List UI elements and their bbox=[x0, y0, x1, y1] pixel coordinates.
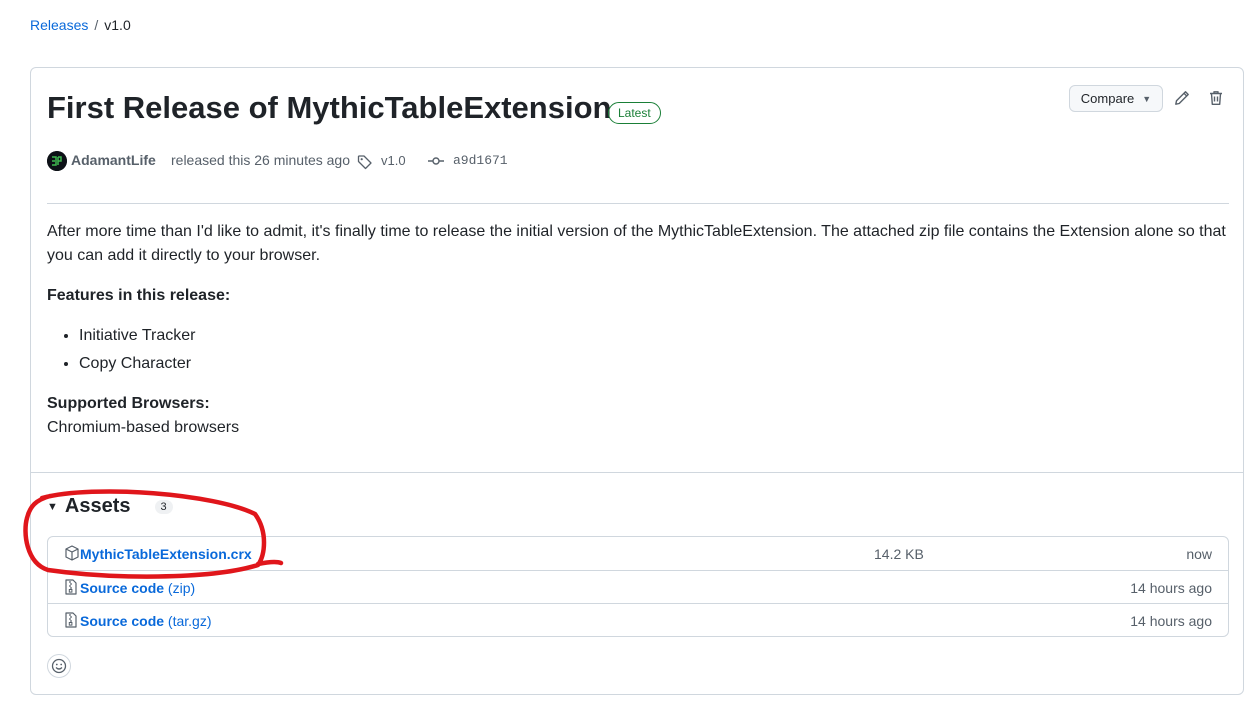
released-time: released this 26 minutes ago bbox=[171, 152, 350, 168]
asset-size: 14.2 KB bbox=[874, 546, 924, 562]
author-link[interactable]: AdamantLife bbox=[71, 152, 156, 168]
asset-time: now bbox=[1186, 546, 1212, 562]
asset-link-source-targz[interactable]: Source code (tar.gz) bbox=[80, 613, 212, 629]
features-heading: Features in this release: bbox=[47, 287, 231, 304]
file-zip-icon bbox=[65, 612, 77, 628]
breadcrumb-current: v1.0 bbox=[104, 17, 131, 33]
package-icon bbox=[65, 545, 79, 561]
compare-label: Compare bbox=[1080, 91, 1135, 106]
edit-button[interactable] bbox=[1172, 88, 1192, 108]
avatar[interactable] bbox=[47, 151, 67, 171]
smiley-icon bbox=[51, 658, 67, 674]
breadcrumb-separator: / bbox=[94, 17, 99, 33]
asset-list: MythicTableExtension.crx 14.2 KB now Sou… bbox=[47, 536, 1229, 637]
compare-button[interactable]: Compare ▼ bbox=[1069, 85, 1163, 112]
asset-row: MythicTableExtension.crx 14.2 KB now bbox=[48, 537, 1228, 570]
commit-link[interactable]: a9d1671 bbox=[453, 153, 508, 168]
browsers-heading: Supported Browsers: bbox=[47, 395, 210, 412]
tag-link[interactable]: v1.0 bbox=[381, 153, 406, 168]
features-list: Initiative Tracker Copy Character bbox=[47, 322, 1231, 378]
release-card: First Release of MythicTableExtension La… bbox=[30, 67, 1244, 695]
divider bbox=[31, 472, 1243, 473]
file-zip-icon bbox=[65, 579, 77, 595]
asset-link-crx[interactable]: MythicTableExtension.crx bbox=[80, 546, 252, 562]
list-item: Initiative Tracker bbox=[79, 322, 1231, 350]
asset-row: Source code (zip) 14 hours ago bbox=[48, 570, 1228, 603]
asset-time: 14 hours ago bbox=[1130, 613, 1212, 629]
release-intro: After more time than I'd like to admit, … bbox=[47, 223, 1226, 264]
release-title: First Release of MythicTableExtension bbox=[47, 90, 612, 125]
asset-link-source-zip[interactable]: Source code (zip) bbox=[80, 580, 195, 596]
assets-count-badge: 3 bbox=[154, 499, 173, 514]
divider bbox=[47, 203, 1229, 204]
breadcrumb-releases-link[interactable]: Releases bbox=[30, 17, 88, 33]
pencil-icon bbox=[1175, 91, 1189, 105]
assets-toggle[interactable]: ▼ Assets 3 bbox=[47, 495, 173, 518]
tag-icon bbox=[357, 155, 372, 170]
assets-title: Assets bbox=[64, 495, 131, 517]
asset-time: 14 hours ago bbox=[1130, 580, 1212, 596]
delete-button[interactable] bbox=[1206, 88, 1226, 108]
add-reaction-button[interactable] bbox=[47, 654, 71, 678]
commit-icon bbox=[428, 157, 444, 165]
latest-badge: Latest bbox=[608, 102, 661, 124]
caret-down-icon: ▼ bbox=[1142, 93, 1152, 104]
trash-icon bbox=[1210, 91, 1222, 105]
triangle-down-icon: ▼ bbox=[47, 500, 58, 513]
list-item: Copy Character bbox=[79, 350, 1231, 378]
asset-row: Source code (tar.gz) 14 hours ago bbox=[48, 603, 1228, 636]
browsers-text: Chromium-based browsers bbox=[47, 419, 240, 436]
breadcrumb: Releases / v1.0 bbox=[30, 17, 131, 33]
release-notes: After more time than I'd like to admit, … bbox=[47, 220, 1231, 440]
